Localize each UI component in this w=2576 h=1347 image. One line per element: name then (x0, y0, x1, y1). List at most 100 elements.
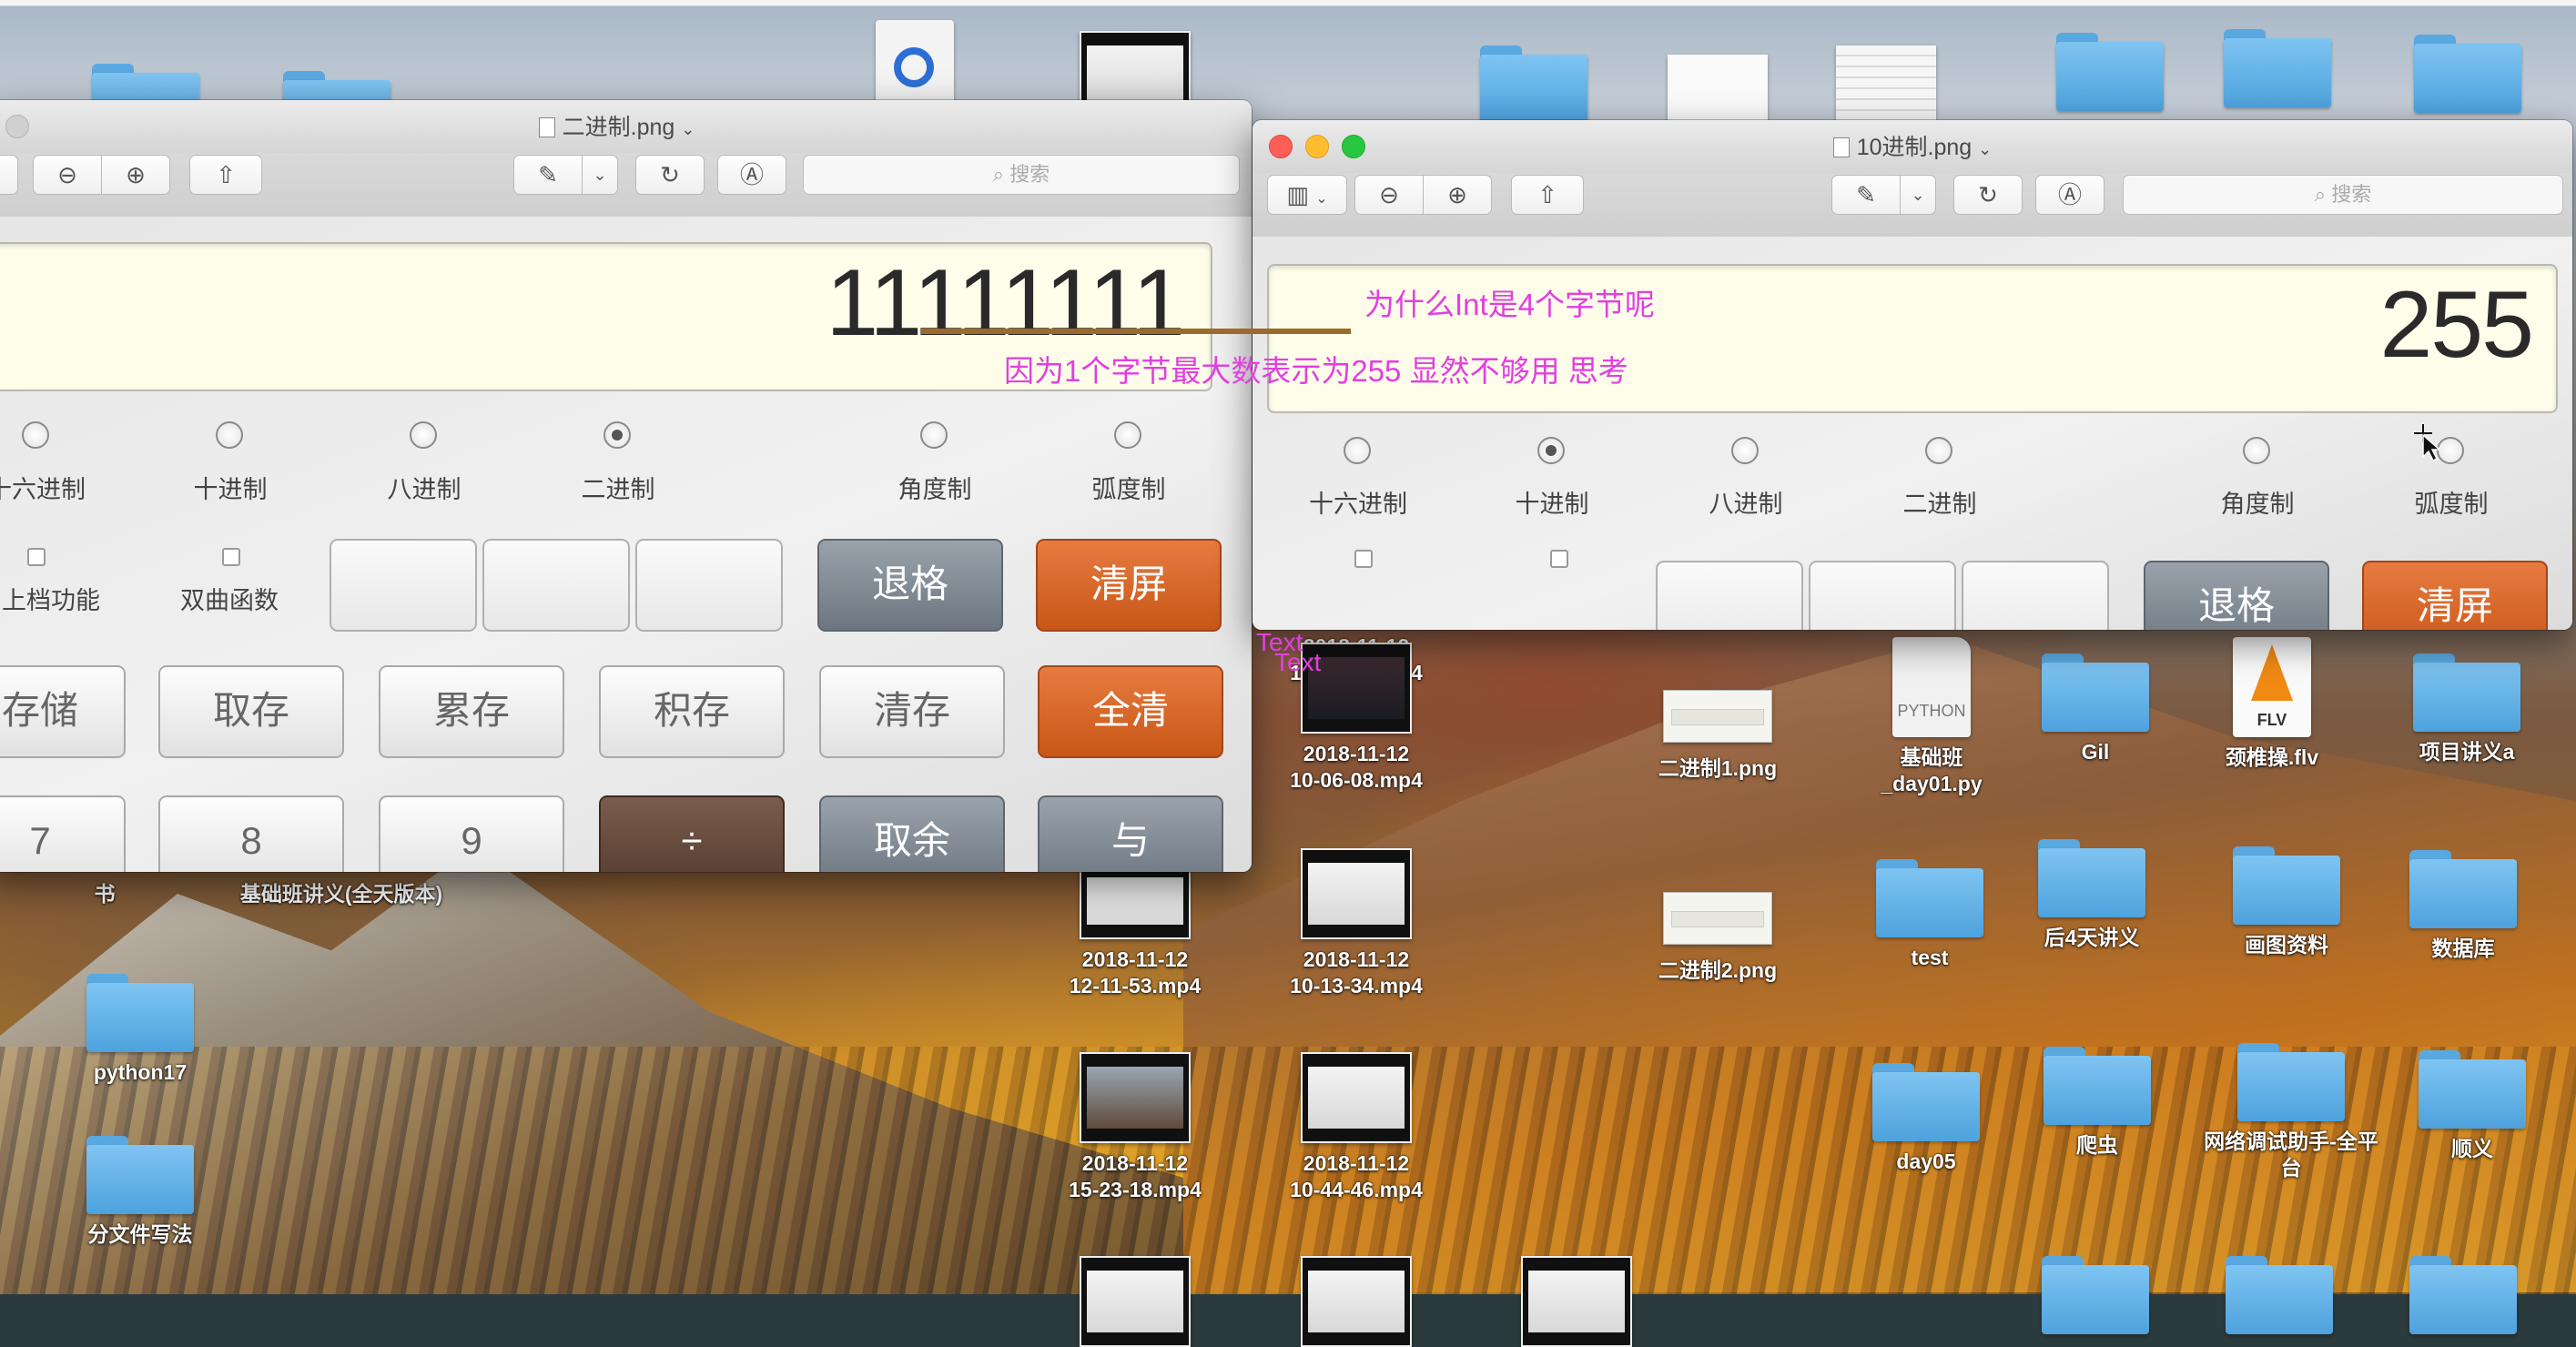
backspace-key[interactable]: 退格 (817, 539, 1003, 632)
backspace-key[interactable]: 退格 (2144, 561, 2329, 630)
file-partial-left[interactable]: 书 (55, 874, 155, 907)
radio-label-bin: 二进制 (1902, 491, 1977, 518)
folder-test[interactable]: test (1848, 859, 2012, 971)
multiply-store-key[interactable]: 积存 (599, 665, 785, 758)
png-file-binary2[interactable]: 二进制2.png (1636, 876, 1800, 984)
chevron-down-icon[interactable]: ⌄ (681, 120, 695, 138)
folder-last4[interactable]: 后4天讲义 (2010, 839, 2174, 951)
blank-key-3[interactable] (635, 539, 783, 632)
folder-file-split[interactable]: 分文件写法 (58, 1136, 222, 1248)
flv-file[interactable]: FLV 颈椎操.flv (2190, 637, 2354, 771)
radio-oct[interactable] (410, 421, 437, 449)
folder-top-4[interactable] (2028, 33, 2192, 111)
rotate-button[interactable]: ↻ (635, 155, 705, 195)
video-file-bottom-3[interactable] (1495, 1256, 1658, 1347)
doc-basic-notes[interactable]: 基础班讲义(全天版本) (232, 874, 451, 907)
annotate-button[interactable]: Ⓐ (2035, 175, 2104, 215)
folder-net-tool[interactable]: 网络调试助手-全平台 (2196, 1043, 2387, 1181)
clear-screen-key[interactable]: 清屏 (2362, 561, 2548, 630)
markup-button[interactable]: ✎ (1831, 175, 1901, 215)
and-key[interactable]: 与 (1038, 795, 1223, 872)
markup-menu-button[interactable]: ⌄ (582, 155, 618, 195)
folder-drawing[interactable]: 画图资料 (2205, 846, 2368, 958)
radio-label-oct: 八进制 (387, 476, 461, 503)
accumulate-key[interactable]: 累存 (379, 665, 564, 758)
blank-key-1[interactable] (1656, 561, 1803, 630)
search-field[interactable]: ⌕ 搜索 (803, 155, 1240, 195)
window-titlebar[interactable]: 10进制.png ⌄ (1253, 120, 2572, 173)
blank-key-3[interactable] (1962, 561, 2109, 630)
all-clear-key[interactable]: 全清 (1038, 665, 1223, 758)
radio-dec[interactable] (1537, 437, 1565, 464)
document-top[interactable] (1636, 55, 1800, 124)
folder-crawler[interactable]: 爬虫 (2015, 1047, 2179, 1159)
video-file-15-23-18[interactable]: 2018-11-12 15-23-18.mp4 (1053, 1052, 1217, 1203)
recall-key[interactable]: 取存 (158, 665, 344, 758)
folder-python17[interactable]: python17 (58, 974, 222, 1086)
file-label: 顺义 (2451, 1137, 2493, 1160)
quicktime-file-top[interactable] (833, 20, 997, 107)
markup-menu-button[interactable]: ⌄ (1900, 175, 1936, 215)
store-key[interactable]: 存储 (0, 665, 126, 758)
radio-bin[interactable] (1925, 437, 1952, 464)
zoom-out-button[interactable]: ⊖ (1354, 175, 1424, 215)
radio-degree[interactable] (920, 421, 948, 449)
radio-dec[interactable] (216, 421, 243, 449)
window-titlebar[interactable]: 二进制.png ⌄ (0, 100, 1252, 153)
folder-top-3[interactable] (1452, 46, 1616, 124)
markup-button[interactable]: ✎ (513, 155, 583, 195)
sidebar-button[interactable] (0, 155, 18, 195)
folder-top-6[interactable] (2386, 35, 2550, 113)
zoom-in-button[interactable]: ⊕ (101, 155, 170, 195)
video-file-10-44-46[interactable]: 2018-11-12 10-44-46.mp4 (1274, 1052, 1438, 1203)
image-thumbnail-icon (1663, 690, 1772, 743)
digit-9-key[interactable]: 9 (379, 795, 564, 872)
folder-gil[interactable]: Gil (2013, 653, 2177, 765)
python-file[interactable]: PYTHON 基础班_day01.py (1850, 637, 2013, 797)
radio-hex[interactable] (22, 421, 49, 449)
video-file-12-11-53[interactable]: 2018-11-12 12-11-53.mp4 (1053, 865, 1217, 999)
shift-checkbox[interactable] (27, 548, 46, 566)
zoom-out-button[interactable]: ⊖ (33, 155, 102, 195)
radio-degree[interactable] (2243, 437, 2270, 464)
folder-shunyi[interactable]: 顺义 (2390, 1050, 2554, 1162)
folder-bottom-3[interactable] (2381, 1256, 2545, 1334)
hyperbolic-checkbox[interactable] (1550, 550, 1568, 568)
preview-window-binary[interactable]: 二进制.png ⌄ ⊖ ⊕ ⇧ ✎ ⌄ ↻ Ⓐ ⌕ 搜索 11111111 十六… (0, 100, 1252, 872)
zoom-in-button[interactable]: ⊕ (1423, 175, 1492, 215)
blank-key-2[interactable] (482, 539, 630, 632)
video-file-bottom-1[interactable] (1053, 1256, 1217, 1347)
video-file-bottom-2[interactable] (1274, 1256, 1438, 1347)
hyperbolic-checkbox[interactable] (222, 548, 240, 566)
clear-memory-key[interactable]: 清存 (819, 665, 1005, 758)
radio-radian[interactable] (1114, 421, 1141, 449)
folder-database[interactable]: 数据库 (2381, 850, 2545, 962)
divide-key[interactable]: ÷ (599, 795, 785, 872)
digit-8-key[interactable]: 8 (158, 795, 344, 872)
share-button[interactable]: ⇧ (189, 155, 262, 195)
folder-day05[interactable]: day05 (1844, 1063, 2008, 1175)
search-field[interactable]: ⌕ 搜索 (2123, 175, 2563, 215)
rotate-button[interactable]: ↻ (1953, 175, 2023, 215)
search-icon: ⌕ (2314, 183, 2327, 206)
folder-bottom-1[interactable] (2013, 1256, 2177, 1334)
xlsx-file-top[interactable] (1804, 46, 1968, 122)
blank-key-1[interactable] (330, 539, 477, 632)
clear-screen-key[interactable]: 清屏 (1036, 539, 1222, 632)
blank-key-2[interactable] (1809, 561, 1956, 630)
video-file-10-13-34[interactable]: 2018-11-12 10-13-34.mp4 (1274, 848, 1438, 999)
annotate-button[interactable]: Ⓐ (717, 155, 786, 195)
modulo-key[interactable]: 取余 (819, 795, 1005, 872)
folder-bottom-2[interactable] (2197, 1256, 2361, 1334)
shift-checkbox[interactable] (1354, 550, 1373, 568)
radio-bin[interactable] (603, 421, 631, 449)
sidebar-button[interactable]: ▥ ⌄ (1267, 175, 1347, 215)
folder-top-5[interactable] (2196, 29, 2359, 107)
png-file-binary1[interactable]: 二进制1.png (1636, 674, 1800, 782)
chevron-down-icon[interactable]: ⌄ (1978, 140, 1992, 158)
folder-project-notes[interactable]: 项目讲义a (2385, 653, 2549, 765)
radio-hex[interactable] (1344, 437, 1371, 464)
share-button[interactable]: ⇧ (1511, 175, 1584, 215)
digit-7-key[interactable]: 7 (0, 795, 126, 872)
radio-oct[interactable] (1731, 437, 1759, 464)
